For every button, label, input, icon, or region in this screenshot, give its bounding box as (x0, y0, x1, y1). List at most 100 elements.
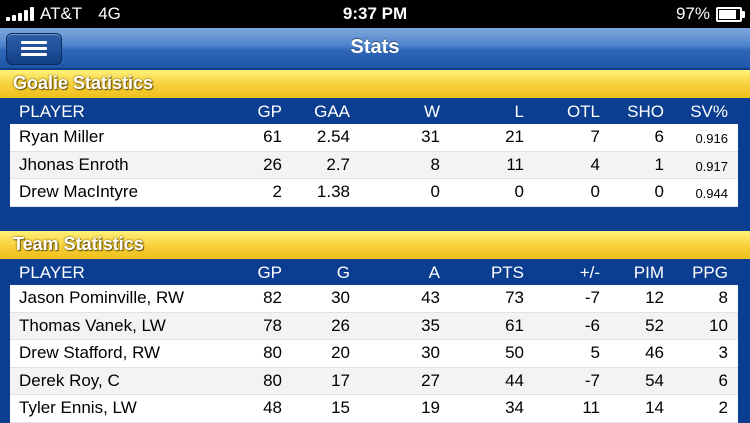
player-name: Jason Pominville, RW (19, 288, 185, 307)
team-col-header-3: A (428, 263, 440, 282)
stat-cell: 2.54 (316, 127, 350, 146)
stat-cell: 7 (590, 127, 600, 146)
stat-cell: 30 (331, 288, 350, 307)
team-col-header-6: PIM (633, 263, 664, 282)
team-col-header-7: PPG (692, 263, 728, 282)
table-row[interactable]: Jhonas Enroth 26 2.7 8 11 4 1 0.917 (10, 151, 738, 179)
stat-cell: 6 (654, 127, 664, 146)
goalie-col-header-6: SHO (627, 102, 664, 121)
stat-cell: 54 (645, 370, 664, 390)
stat-cell: 15 (331, 398, 350, 417)
goalie-col-header-5: OTL (566, 102, 600, 121)
player-name: Derek Roy, C (19, 370, 120, 390)
stat-cell: 26 (331, 315, 350, 335)
stat-cell: 11 (506, 154, 524, 174)
team-section-header: Team Statistics (0, 231, 750, 259)
stat-cell: 30 (421, 343, 440, 362)
stat-cell: 80 (263, 370, 282, 390)
stat-cell: 2 (272, 182, 282, 201)
stat-cell: 0 (654, 182, 664, 201)
goalie-section-header: Goalie Statistics (0, 70, 750, 98)
stat-cell: 46 (645, 343, 664, 362)
stat-cell: 61 (505, 315, 524, 335)
stat-cell: 0 (590, 182, 600, 201)
stat-cell: 50 (505, 343, 524, 362)
stat-cell: 2.7 (326, 154, 350, 174)
team-col-header-5: +/- (579, 263, 600, 282)
goalie-col-header-3: W (423, 102, 440, 121)
team-col-header-2: G (336, 263, 350, 282)
status-bar: AT&T 4G 9:37 PM 97% (0, 0, 750, 28)
stat-cell: 2 (718, 398, 728, 417)
stat-cell: -6 (584, 315, 600, 335)
stat-cell: 73 (505, 288, 524, 307)
goalie-col-header-7: SV% (690, 102, 728, 121)
stat-cell: 19 (421, 398, 440, 417)
stat-cell: 31 (421, 127, 440, 146)
stat-cell: 4 (590, 154, 600, 174)
team-col-header-4: PTS (490, 263, 524, 282)
stat-cell: 78 (263, 315, 282, 335)
player-name: Tyler Ennis, LW (19, 398, 137, 417)
stat-cell: 0 (430, 182, 440, 201)
stat-cell: 17 (331, 370, 350, 390)
table-row[interactable]: Drew Stafford, RW 80 20 30 50 5 46 3 (10, 340, 738, 368)
stat-cell: 0.944 (695, 186, 728, 201)
table-row[interactable]: Tyler Ennis, LW 48 15 19 34 11 14 2 (10, 395, 738, 423)
page-title: Stats (350, 36, 400, 58)
stat-cell: 21 (505, 127, 524, 146)
stat-cell: 34 (505, 398, 524, 417)
stat-cell: 43 (421, 288, 440, 307)
stat-cell: 80 (263, 343, 282, 362)
player-name: Jhonas Enroth (19, 154, 129, 174)
goalie-table: Ryan Miller 61 2.54 31 21 7 6 0.916 Jhonas Enrot… (10, 124, 738, 207)
stat-cell: 8 (718, 288, 728, 307)
player-name: Drew Stafford, RW (19, 343, 161, 362)
team-col-header-0: PLAYER (19, 263, 85, 282)
stat-cell: 5 (590, 343, 600, 362)
stat-cell: 44 (505, 370, 524, 390)
stat-cell: 12 (645, 288, 664, 307)
stat-cell: 3 (718, 343, 728, 362)
goalie-section-title: Goalie Statistics (13, 73, 154, 93)
player-name: Thomas Vanek, LW (19, 315, 166, 335)
stat-cell: 82 (263, 288, 282, 307)
table-row[interactable]: Derek Roy, C 80 17 27 44 -7 54 6 (10, 367, 738, 395)
stat-cell: 48 (263, 398, 282, 417)
stat-cell: 35 (421, 315, 440, 335)
goalie-col-header-1: GP (257, 102, 282, 121)
goalie-table-header: PLAYER GP GAA W L OTL SHO SV% (10, 99, 738, 123)
stat-cell: 0 (514, 182, 524, 201)
stat-cell: 1 (654, 154, 664, 174)
team-table-header: PLAYER GP G A PTS +/- PIM PPG (10, 260, 738, 284)
team-col-header-1: GP (257, 263, 282, 282)
table-row[interactable]: Thomas Vanek, LW 78 26 35 61 -6 52 10 (10, 312, 738, 340)
stat-cell: 61 (263, 127, 282, 146)
table-row[interactable]: Jason Pominville, RW 82 30 43 73 -7 12 8 (10, 285, 738, 313)
stat-cell: -7 (584, 288, 600, 307)
goalie-col-header-4: L (514, 102, 524, 121)
stat-cell: 52 (645, 315, 664, 335)
stat-cell: 0.917 (695, 158, 728, 174)
goalie-col-header-2: GAA (314, 102, 350, 121)
table-row[interactable]: Drew MacIntyre 2 1.38 0 0 0 0 0.944 (10, 179, 738, 207)
goalie-col-header-0: PLAYER (19, 102, 85, 121)
stat-cell: 11 (582, 398, 600, 417)
stat-cell: 8 (430, 154, 440, 174)
navigation-bar: Stats (0, 28, 750, 69)
stat-cell: 14 (645, 398, 664, 417)
stat-cell: 20 (331, 343, 350, 362)
status-time: 9:37 PM (342, 4, 408, 23)
battery-info: 97% (675, 4, 745, 24)
team-table: Jason Pominville, RW 82 30 43 73 -7 12 8 Thomas … (10, 285, 738, 423)
stat-cell: 26 (263, 154, 282, 174)
stat-cell: 10 (709, 315, 728, 335)
battery-percent: 97% (675, 4, 710, 23)
stat-cell: 1.38 (316, 182, 350, 201)
table-row[interactable]: Ryan Miller 61 2.54 31 21 7 6 0.916 (10, 124, 738, 152)
stat-cell: -7 (584, 370, 600, 390)
stat-cell: 6 (718, 370, 728, 390)
team-section-title: Team Statistics (13, 234, 144, 254)
player-name: Drew MacIntyre (19, 182, 139, 201)
stat-cell: 0.916 (695, 131, 728, 146)
